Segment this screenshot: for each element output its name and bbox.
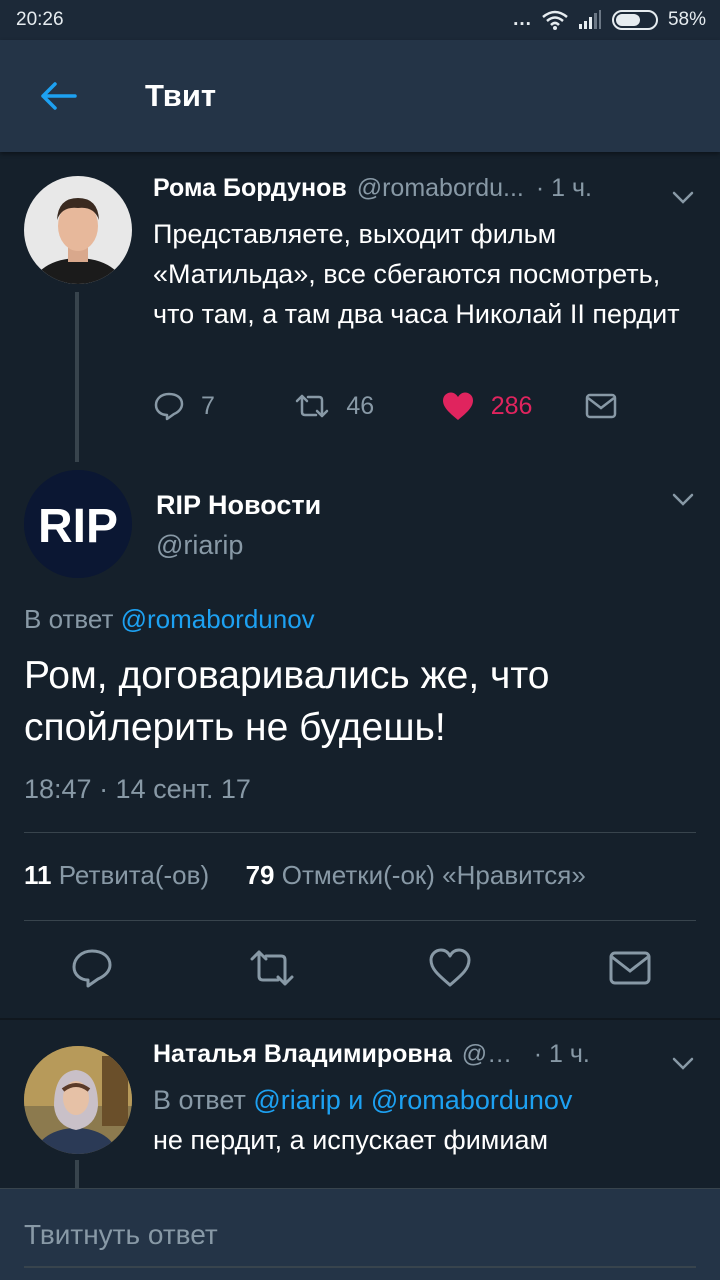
thread-line xyxy=(75,292,79,462)
like-count: 286 xyxy=(490,391,533,420)
tweet-date[interactable]: 18:47 · 14 сент. 17 xyxy=(24,774,251,805)
back-arrow-icon xyxy=(40,82,77,110)
status-icons: ... 58% xyxy=(513,9,706,31)
reply-context: В ответ @romabordunov xyxy=(24,604,315,635)
author-handle[interactable]: @romabordu... xyxy=(357,174,524,203)
reply-count: 7 xyxy=(201,391,215,420)
tweet-time: · 1 ч. xyxy=(535,174,592,202)
reply-input[interactable]: Твитнуть ответ xyxy=(24,1219,218,1251)
retweet-icon[interactable] xyxy=(248,946,296,990)
rip-logo-text: RIP xyxy=(38,500,118,553)
status-time: 20:26 xyxy=(16,9,64,30)
tweet-text: Представляете, выходит фильм «Матильда»,… xyxy=(153,219,680,329)
chevron-down-icon[interactable] xyxy=(668,182,698,212)
reply-composer[interactable]: Твитнуть ответ xyxy=(0,1188,720,1280)
avatar[interactable]: RIP xyxy=(24,470,132,578)
back-button[interactable] xyxy=(0,40,115,152)
reply-context: В ответ @riarip и @romabordunov xyxy=(153,1080,690,1120)
divider xyxy=(24,832,696,833)
avatar[interactable] xyxy=(24,1046,132,1154)
tweet-text: не пердит, а испускает фимиам xyxy=(153,1125,549,1155)
tweet-text: Ром, договаривались же, что спойлерить н… xyxy=(24,654,550,749)
tweet-stats: 11 Ретвита(-ов) 79 Отметки(-ок) «Нравитс… xyxy=(24,860,586,891)
reply-icon[interactable] xyxy=(70,946,114,990)
avatar[interactable] xyxy=(24,176,132,284)
likes-stat[interactable]: 79 Отметки(-ок) «Нравится» xyxy=(246,860,586,890)
page-title: Твит xyxy=(145,78,217,113)
tweet-header: Наталья Владимировна @d... · 1 ч. xyxy=(153,1040,690,1076)
author-name[interactable]: Наталья Владимировна xyxy=(153,1040,452,1069)
reply-mention-link[interactable]: @romabordunov xyxy=(371,1085,573,1115)
reply-mention-link[interactable]: @riarip xyxy=(253,1085,340,1115)
reply-mention-link[interactable]: @romabordunov xyxy=(121,604,315,634)
tweet-actions-large xyxy=(0,946,720,996)
divider xyxy=(24,920,696,921)
heart-filled-icon xyxy=(442,392,473,420)
author-name[interactable]: Рома Бордунов xyxy=(153,174,347,203)
app-bar: Твит xyxy=(0,40,720,152)
retweets-stat[interactable]: 11 Ретвита(-ов) xyxy=(24,860,209,890)
battery-icon xyxy=(611,10,658,30)
author-handle[interactable]: @riarip xyxy=(156,530,243,561)
status-bar: 20:26 ... 58% xyxy=(0,0,720,40)
author-handle[interactable]: @d... xyxy=(462,1040,522,1069)
thread-line xyxy=(75,1160,79,1190)
parent-tweet[interactable]: Рома Бордунов @romabordu... · 1 ч. Предс… xyxy=(0,152,720,462)
author-name[interactable]: RIP Новости xyxy=(156,490,321,521)
dm-button[interactable] xyxy=(585,393,633,419)
signal-icon xyxy=(578,10,601,29)
envelope-icon xyxy=(585,393,617,419)
tweet-header: Рома Бордунов @romabordu... · 1 ч. xyxy=(153,174,690,210)
more-dots-icon: ... xyxy=(513,9,532,30)
tweet-actions: 7 46 286 xyxy=(153,386,633,426)
reply-prefix: В ответ xyxy=(153,1085,246,1115)
reply-button[interactable]: 7 xyxy=(153,391,294,421)
chevron-down-icon[interactable] xyxy=(668,1048,698,1078)
envelope-icon[interactable] xyxy=(608,946,652,990)
reply-icon xyxy=(154,392,184,421)
like-button[interactable]: 286 xyxy=(441,391,585,421)
heart-icon[interactable] xyxy=(428,946,472,990)
chevron-down-icon[interactable] xyxy=(668,484,698,514)
main-tweet: RIP RIP Новости @riarip В ответ @romabor… xyxy=(0,462,720,1020)
retweet-count: 46 xyxy=(346,391,375,420)
wifi-icon xyxy=(542,10,568,30)
retweet-icon xyxy=(296,394,329,418)
battery-percent: 58% xyxy=(667,9,706,30)
reply-prefix: В ответ xyxy=(24,604,114,634)
retweet-button[interactable]: 46 xyxy=(294,392,440,421)
reply-tweet[interactable]: Наталья Владимировна @d... · 1 ч. В отве… xyxy=(0,1020,720,1190)
input-underline xyxy=(24,1266,696,1268)
reply-conjunction: и xyxy=(348,1085,364,1115)
tweet-time: · 1 ч. xyxy=(533,1040,590,1068)
